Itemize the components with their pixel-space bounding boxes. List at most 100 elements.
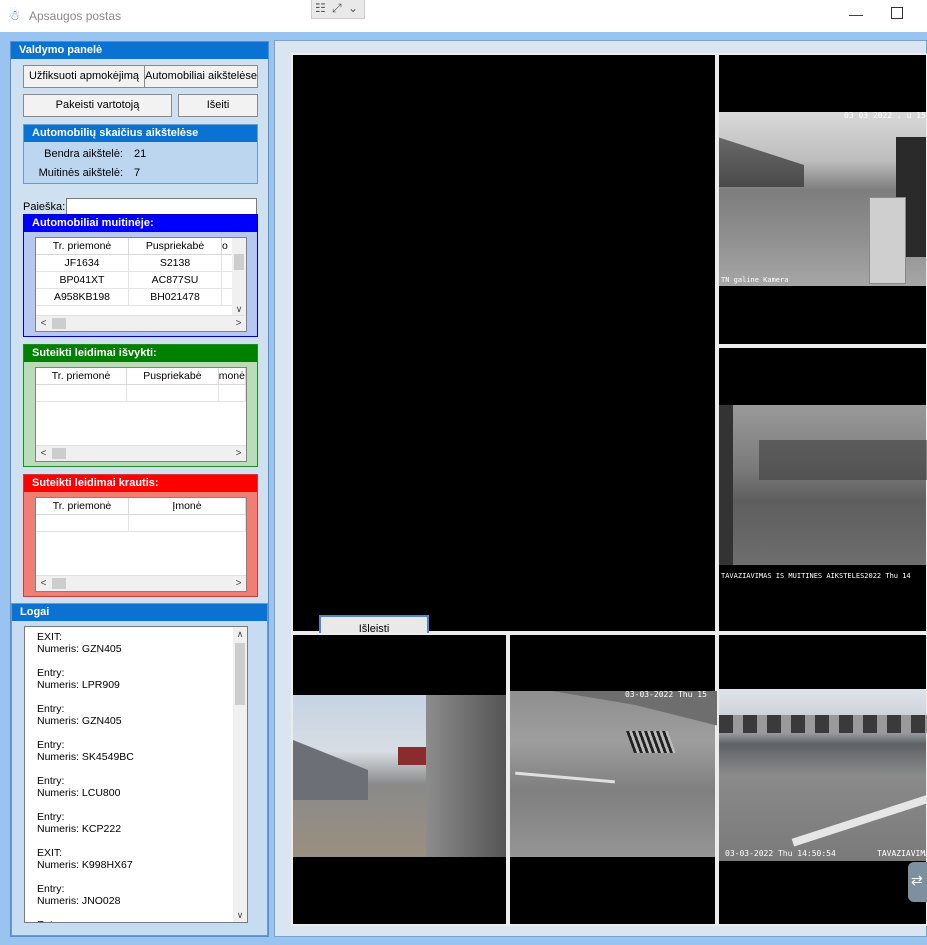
- chevron-down-icon[interactable]: ⌄: [348, 1, 358, 15]
- fix-payment-button[interactable]: Užfiksuoti apmokėjimą: [23, 65, 145, 88]
- scroll-left-icon[interactable]: <: [36, 576, 51, 591]
- column-header[interactable]: Puspriekabė: [126, 368, 219, 385]
- general-lot-value: 21: [134, 148, 147, 160]
- column-header[interactable]: Tr. priemonė: [36, 368, 128, 385]
- car-count-header: Automobilių skaičius aikštelėse: [24, 125, 257, 142]
- scroll-thumb[interactable]: [52, 318, 66, 329]
- log-entry: Entry: Numeris: JNO028: [37, 883, 121, 907]
- grid-icon[interactable]: ☷: [315, 1, 326, 15]
- car-count-section: Automobilių skaičius aikštelėse Bendra a…: [23, 124, 258, 184]
- loading-table: Tr. priemonė Įmonė: [36, 498, 246, 532]
- building-shape: [398, 747, 426, 765]
- wall-shape: [719, 405, 733, 565]
- camera-view-2[interactable]: 03 03 2022 . u 15 TN galine Kamera: [717, 53, 927, 346]
- loading-grid[interactable]: Tr. priemonė Įmonė < >: [35, 497, 247, 592]
- parked-cars: [719, 715, 927, 733]
- shed-shape: [293, 740, 368, 800]
- log-entry: Entry: Numeris: GZN405: [37, 703, 122, 727]
- horizontal-scrollbar[interactable]: < >: [36, 445, 246, 461]
- vertical-scrollbar[interactable]: ∨: [232, 238, 246, 316]
- departures-section: Suteikti leidimai išvykti: Tr. priemonė …: [23, 344, 258, 467]
- table-cell: S2138: [128, 254, 222, 272]
- maximize-button[interactable]: [891, 7, 903, 19]
- column-header[interactable]: Tr. priemonė: [36, 238, 129, 255]
- fit-icon[interactable]: ⤢: [332, 1, 342, 16]
- scroll-thumb[interactable]: [234, 254, 244, 270]
- control-panel-title: Valdymo panelė: [11, 42, 268, 59]
- table-cell: A958KB198: [36, 288, 129, 306]
- camera-feed: [510, 691, 719, 857]
- control-panel: Valdymo panelė Užfiksuoti apmokėjimą Aut…: [10, 41, 269, 937]
- scroll-right-icon[interactable]: >: [231, 576, 246, 591]
- road-marking: [515, 771, 615, 784]
- shed-shape: [719, 137, 804, 187]
- main-camera-view[interactable]: Išleisti: [291, 53, 717, 643]
- logs-list[interactable]: EXIT: Numeris: GZN405 Entry: Numeris: LPR9…: [24, 626, 248, 923]
- horizontal-scrollbar[interactable]: < >: [36, 575, 246, 591]
- camera-feed: [719, 689, 927, 861]
- pallet-shape: [625, 731, 677, 753]
- minimize-button[interactable]: —: [849, 6, 863, 22]
- scroll-thumb[interactable]: [52, 578, 66, 589]
- scroll-right-icon[interactable]: >: [231, 316, 246, 331]
- camera-view-5[interactable]: 03-03-2022 Thu 15: [508, 633, 719, 926]
- table-row[interactable]: [36, 384, 246, 402]
- camera-area: Išleisti 03 03 2022 . u 15 TN galine Kam…: [274, 40, 927, 937]
- camera-caption: TAVAZIAVIMAS: [877, 849, 927, 858]
- cars-in-lot-button[interactable]: Automobiliai aikštelėse: [144, 65, 258, 88]
- side-handle[interactable]: ⇄: [908, 862, 927, 902]
- camera-timestamp: 03-03-2022 Thu 14:50:54: [725, 849, 836, 858]
- app-icon: ☃: [8, 7, 21, 23]
- camera-view-6[interactable]: 03-03-2022 Thu 14:50:54 TAVAZIAVIMAS ⇄: [717, 633, 927, 926]
- search-label: Paieška:: [23, 201, 66, 213]
- scroll-left-icon[interactable]: <: [36, 316, 51, 331]
- camera-feed: [719, 405, 927, 565]
- table-row[interactable]: A958KB198 BH021478: [36, 288, 235, 306]
- column-header[interactable]: Puspriekabė: [128, 238, 222, 255]
- column-header[interactable]: monė: [218, 368, 246, 385]
- customs-lot-label: Muitinės aikštelė:: [38, 167, 123, 179]
- log-entry: EXIT: Numeris: K998HX67: [37, 847, 133, 871]
- logs-header: Logai: [12, 604, 267, 621]
- column-header[interactable]: Tr. priemonė: [36, 498, 129, 515]
- camera-feed: [719, 112, 926, 286]
- table-row[interactable]: JF1634 S2138: [36, 254, 235, 272]
- log-entry: Entry:: [37, 919, 233, 922]
- exit-button[interactable]: Išeiti: [178, 94, 258, 117]
- departures-grid[interactable]: Tr. priemonė Puspriekabė monė < >: [35, 367, 247, 462]
- table-row[interactable]: [36, 514, 246, 532]
- log-entry: Entry: Numeris: LPR909: [37, 667, 120, 691]
- table-row[interactable]: BP041XT AC877SU: [36, 271, 235, 289]
- expand-icon: ⇄: [911, 872, 923, 888]
- loading-section: Suteikti leidimai krautis: Tr. priemonė …: [23, 474, 258, 597]
- scroll-right-icon[interactable]: >: [231, 446, 246, 461]
- scroll-thumb[interactable]: [52, 448, 66, 459]
- customs-cars-grid[interactable]: Tr. priemonė Puspriekabė o JF1634 S2138 …: [35, 237, 247, 332]
- window-title: Apsaugos postas: [29, 9, 122, 23]
- client-area: Valdymo panelė Užfiksuoti apmokėjimą Aut…: [0, 32, 927, 945]
- scroll-down-icon[interactable]: ∨: [233, 908, 247, 922]
- loading-header: Suteikti leidimai krautis:: [24, 475, 257, 492]
- departures-table: Tr. priemonė Puspriekabė monė: [36, 368, 246, 402]
- barrier-arm: [791, 789, 927, 847]
- change-user-button[interactable]: Pakeisti vartotoją: [23, 94, 172, 117]
- scroll-up-icon[interactable]: ∧: [233, 627, 247, 641]
- scroll-left-icon[interactable]: <: [36, 446, 51, 461]
- horizontal-scrollbar[interactable]: < >: [36, 315, 246, 331]
- column-header[interactable]: Įmonė: [128, 498, 246, 515]
- log-entry: Entry: Numeris: SK4549BC: [37, 739, 134, 763]
- camera-view-3[interactable]: TAVAZIAVIMAS IS MUITINES AIKSTELES2022 T…: [717, 346, 927, 633]
- vertical-scrollbar[interactable]: ∧ ∨: [233, 627, 247, 922]
- scroll-thumb[interactable]: [235, 643, 245, 705]
- customs-cars-section: Automobiliai muitinėje: Tr. priemonė Pus…: [23, 214, 258, 337]
- camera-caption: TAVAZIAVIMAS IS MUITINES AIKSTELES2022 T…: [721, 572, 911, 580]
- fence-shape: [759, 440, 927, 480]
- title-bar: ☃ Apsaugos postas ☷ ⤢ ⌄ —: [0, 0, 927, 32]
- scroll-down-icon[interactable]: ∨: [232, 302, 246, 316]
- camera-timestamp: 03-03-2022 Thu 15: [625, 690, 707, 699]
- customs-lot-value: 7: [134, 167, 141, 179]
- title-tools: ☷ ⤢ ⌄: [311, 0, 365, 19]
- camera-view-4[interactable]: [291, 633, 508, 926]
- logs-content: EXIT: Numeris: GZN405 Entry: Numeris: LPR9…: [25, 627, 233, 922]
- concrete-block: [869, 197, 906, 284]
